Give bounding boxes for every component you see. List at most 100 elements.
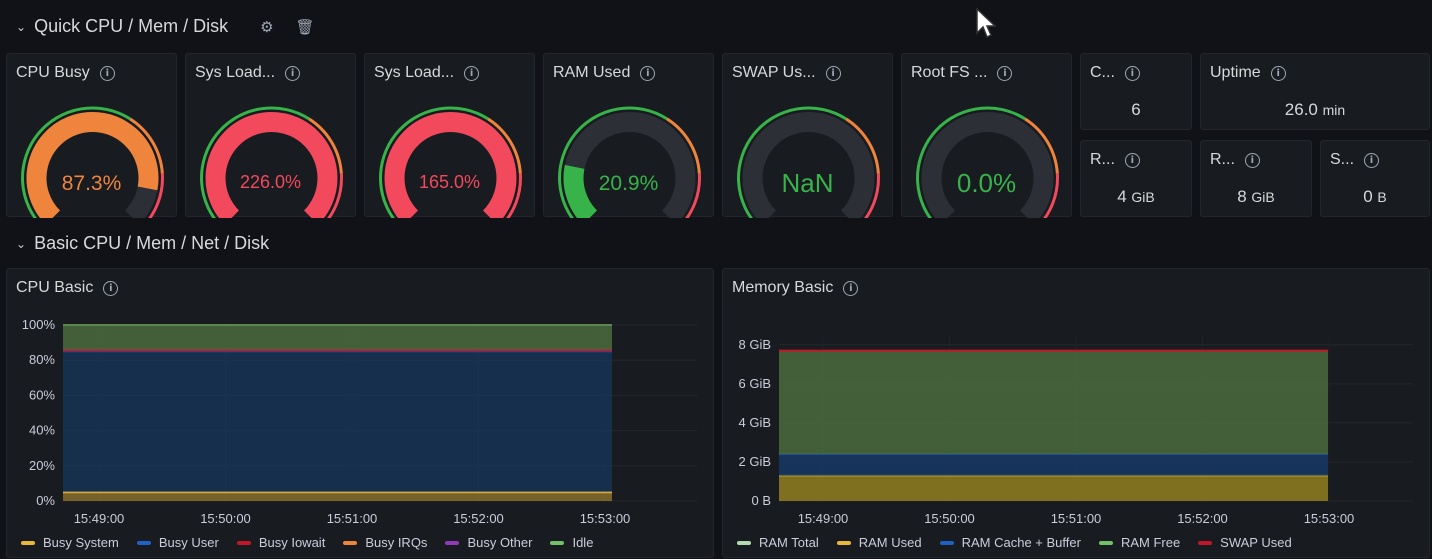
legend-item[interactable]: Busy System bbox=[21, 535, 119, 550]
gauge-panel-ram-used[interactable]: RAM Used i 20.9% bbox=[543, 53, 714, 218]
legend-item[interactable]: SWAP Used bbox=[1198, 535, 1292, 550]
stat-number: 6 bbox=[1131, 100, 1141, 119]
stat-unit: GiB bbox=[1131, 189, 1155, 205]
y-tick-label: 80% bbox=[29, 352, 55, 367]
legend-label: Busy Other bbox=[467, 535, 533, 550]
stat-number: 26.0 bbox=[1284, 100, 1318, 119]
gauge-panel-cpu-busy[interactable]: CPU Busy i 87.3% bbox=[6, 53, 177, 218]
legend-label: RAM Cache + Buffer bbox=[961, 535, 1081, 550]
gauge-panel-root-fs-used[interactable]: Root FS ... i 0.0% bbox=[901, 53, 1072, 218]
gauge-arc bbox=[200, 106, 343, 218]
legend-swatch bbox=[1098, 540, 1113, 545]
panel-title: S... bbox=[1330, 151, 1355, 168]
x-tick-label: 15:53:00 bbox=[580, 511, 631, 526]
stat-value: 8 GiB bbox=[1201, 187, 1311, 207]
gauge-panel-sys-load-15m[interactable]: Sys Load... i 165.0% bbox=[364, 53, 535, 218]
panel-title: C... bbox=[1090, 64, 1115, 81]
gauge-panel-swap-used[interactable]: SWAP Us... i NaN bbox=[722, 53, 893, 218]
info-icon[interactable]: i bbox=[1364, 152, 1380, 168]
legend-swatch bbox=[236, 540, 251, 545]
legend-swatch bbox=[21, 540, 35, 545]
legend-item[interactable]: RAM Total bbox=[737, 535, 819, 550]
stat-panel-ram-total[interactable]: R... i 4 GiB bbox=[1080, 140, 1192, 217]
stat-panel-swap[interactable]: S... i 0 B bbox=[1320, 140, 1430, 217]
y-tick-label: 40% bbox=[29, 423, 55, 438]
x-tick-label: 15:49:00 bbox=[798, 511, 849, 526]
info-icon[interactable]: i bbox=[1244, 152, 1260, 168]
legend-swatch bbox=[939, 540, 954, 545]
stat-number: 4 bbox=[1117, 187, 1127, 206]
panel-title: Uptime bbox=[1210, 64, 1261, 81]
x-tick-label: 15:51:00 bbox=[1051, 511, 1102, 526]
area-ram-free bbox=[779, 350, 1328, 455]
legend-item[interactable]: RAM Free bbox=[1098, 535, 1180, 550]
gauge-panel-sys-load-5m[interactable]: Sys Load... i 226.0% bbox=[185, 53, 356, 218]
legend-item[interactable]: Busy Iowait bbox=[236, 535, 326, 550]
legend-item[interactable]: Idle bbox=[550, 535, 593, 550]
chevron-down-icon[interactable]: ⌄ bbox=[16, 237, 26, 251]
gear-icon[interactable]: ⚙ bbox=[260, 18, 273, 36]
gauge-arc bbox=[379, 106, 522, 218]
trash-icon[interactable]: 🗑 bbox=[296, 18, 315, 36]
cpu-basic-panel[interactable]: CPU Basic i 100% 80% 60% 40% 20% 0% 15:49:00 15:… bbox=[6, 268, 714, 558]
stat-panel-cores[interactable]: C... i 6 bbox=[1080, 53, 1192, 130]
info-icon[interactable]: i bbox=[1270, 65, 1286, 81]
area-ram-cache-buffer bbox=[779, 454, 1328, 476]
y-tick-label: 60% bbox=[29, 387, 55, 402]
stat-unit: B bbox=[1377, 189, 1387, 205]
legend-label: Busy Iowait bbox=[258, 535, 326, 550]
gauge-value: 226.0% bbox=[239, 172, 302, 192]
x-tick-label: 15:50:00 bbox=[924, 511, 975, 526]
panel-title: R... bbox=[1090, 151, 1115, 168]
x-tick-label: 15:49:00 bbox=[74, 511, 125, 526]
legend-swatch bbox=[445, 540, 460, 545]
x-tick-label: 15:51:00 bbox=[327, 511, 378, 526]
area-busy-system bbox=[63, 492, 612, 501]
legend-label: Busy System bbox=[43, 535, 119, 550]
area-idle bbox=[63, 325, 612, 350]
legend-swatch bbox=[343, 540, 358, 545]
info-icon[interactable]: i bbox=[1124, 152, 1140, 168]
row-header-quick[interactable]: ⌄ Quick CPU / Mem / Disk ⚙ 🗑 bbox=[16, 16, 315, 37]
row-title: Quick CPU / Mem / Disk bbox=[34, 16, 229, 36]
row-header-basic[interactable]: ⌄ Basic CPU / Mem / Net / Disk bbox=[16, 233, 269, 254]
legend-item[interactable]: RAM Cache + Buffer bbox=[939, 535, 1081, 550]
y-tick-label: 4 GiB bbox=[738, 415, 771, 430]
y-tick-label: 2 GiB bbox=[738, 454, 771, 469]
legend-label: Busy User bbox=[158, 535, 219, 550]
x-tick-label: 15:53:00 bbox=[1304, 511, 1355, 526]
x-tick-label: 15:52:00 bbox=[1177, 511, 1228, 526]
stat-panel-uptime[interactable]: Uptime i 26.0 min bbox=[1200, 53, 1430, 130]
x-tick-label: 15:50:00 bbox=[200, 511, 251, 526]
stat-panel-swap-total[interactable]: R... i 8 GiB bbox=[1200, 140, 1312, 217]
memory-basic-panel[interactable]: Memory Basic i 8 GiB 6 GiB 4 GiB 2 GiB 0 B 15:… bbox=[722, 268, 1430, 558]
legend-swatch bbox=[136, 540, 151, 545]
legend-label: SWAP Used bbox=[1220, 535, 1292, 550]
y-tick-label: 0 B bbox=[751, 493, 771, 508]
legend-label: RAM Used bbox=[858, 535, 922, 550]
y-tick-label: 6 GiB bbox=[738, 376, 771, 391]
info-icon[interactable]: i bbox=[1124, 65, 1140, 81]
stat-value: 26.0 min bbox=[1201, 100, 1429, 120]
legend-swatch bbox=[836, 540, 851, 545]
legend-label: RAM Total bbox=[759, 535, 819, 550]
row-title: Basic CPU / Mem / Net / Disk bbox=[34, 233, 270, 253]
legend-swatch bbox=[1198, 540, 1213, 545]
y-tick-label: 0% bbox=[36, 493, 55, 508]
gauge-value: 20.9% bbox=[598, 172, 659, 195]
panel-title: R... bbox=[1210, 151, 1235, 168]
stat-value: 6 bbox=[1081, 100, 1191, 120]
x-tick-label: 15:52:00 bbox=[453, 511, 504, 526]
legend-item[interactable]: Busy IRQs bbox=[343, 535, 427, 550]
legend-item[interactable]: Busy User bbox=[136, 535, 219, 550]
legend-swatch bbox=[550, 540, 565, 545]
cpu-legend: Busy System Busy User Busy Iowait Busy IRQs… bbox=[21, 535, 593, 550]
cpu-basic-chart[interactable]: 100% 80% 60% 40% 20% 0% 15:49:00 15:50:00 15:51:… bbox=[7, 269, 715, 559]
legend-item[interactable]: Busy Other bbox=[445, 535, 532, 550]
gauge-fill bbox=[205, 112, 338, 218]
memory-basic-chart[interactable]: 8 GiB 6 GiB 4 GiB 2 GiB 0 B 15:49:00 15:50:00 1… bbox=[723, 269, 1431, 559]
memory-legend: RAM Total RAM Used RAM Cache + Buffer RAM F… bbox=[737, 535, 1292, 550]
gauge-value: 87.3% bbox=[61, 172, 122, 195]
chevron-down-icon[interactable]: ⌄ bbox=[16, 20, 26, 34]
legend-item[interactable]: RAM Used bbox=[836, 535, 922, 550]
